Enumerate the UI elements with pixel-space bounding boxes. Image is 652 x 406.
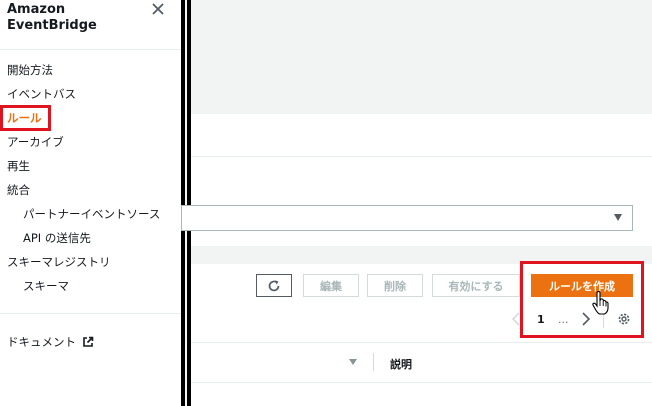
sidebar-item-partner-event-sources[interactable]: パートナーイベントソース — [23, 207, 160, 221]
event-bus-select[interactable] — [181, 205, 633, 231]
sidebar-item-schemas[interactable]: スキーマ — [23, 279, 69, 293]
external-link-icon — [83, 336, 94, 347]
sidebar-item-archives[interactable]: アーカイブ — [7, 135, 64, 149]
sidebar-item-getting-started[interactable]: 開始方法 — [7, 63, 53, 77]
sidebar-title[interactable]: Amazon EventBridge — [7, 2, 97, 34]
hand-pointer-icon — [592, 291, 609, 315]
panel-divider — [191, 156, 652, 157]
split-bar-left — [181, 0, 185, 406]
refresh-icon — [268, 279, 280, 291]
table-header-top-border — [191, 342, 652, 343]
sidebar-item-event-buses[interactable]: イベントバス — [7, 87, 76, 101]
rules-highlight-box — [0, 105, 51, 131]
column-divider — [373, 353, 374, 371]
sidebar-item-api-destinations[interactable]: API の送信先 — [23, 231, 91, 245]
create-rule-highlight-box — [520, 261, 644, 338]
sidebar-item-replays[interactable]: 再生 — [7, 159, 30, 173]
close-icon[interactable] — [151, 2, 165, 16]
enable-button[interactable]: 有効にする — [432, 274, 520, 297]
edit-button[interactable]: 編集 — [303, 274, 359, 297]
table-header-bottom-border — [191, 382, 652, 383]
sidebar-item-integration[interactable]: 統合 — [7, 183, 30, 197]
dropdown-caret-icon — [614, 214, 622, 221]
sidebar-item-documentation[interactable]: ドキュメント — [7, 335, 94, 349]
refresh-button[interactable] — [256, 274, 292, 297]
sidebar-item-schema-registry[interactable]: スキーマレジストリ — [7, 255, 111, 269]
sidebar-divider — [0, 49, 181, 50]
sidebar: Amazon EventBridge 開始方法 イベントバス ルール アーカイブ… — [0, 0, 181, 406]
sidebar-divider — [0, 313, 181, 314]
sort-caret-icon[interactable] — [349, 359, 357, 365]
column-header-description[interactable]: 説明 — [390, 356, 412, 372]
delete-button[interactable]: 削除 — [367, 274, 423, 297]
